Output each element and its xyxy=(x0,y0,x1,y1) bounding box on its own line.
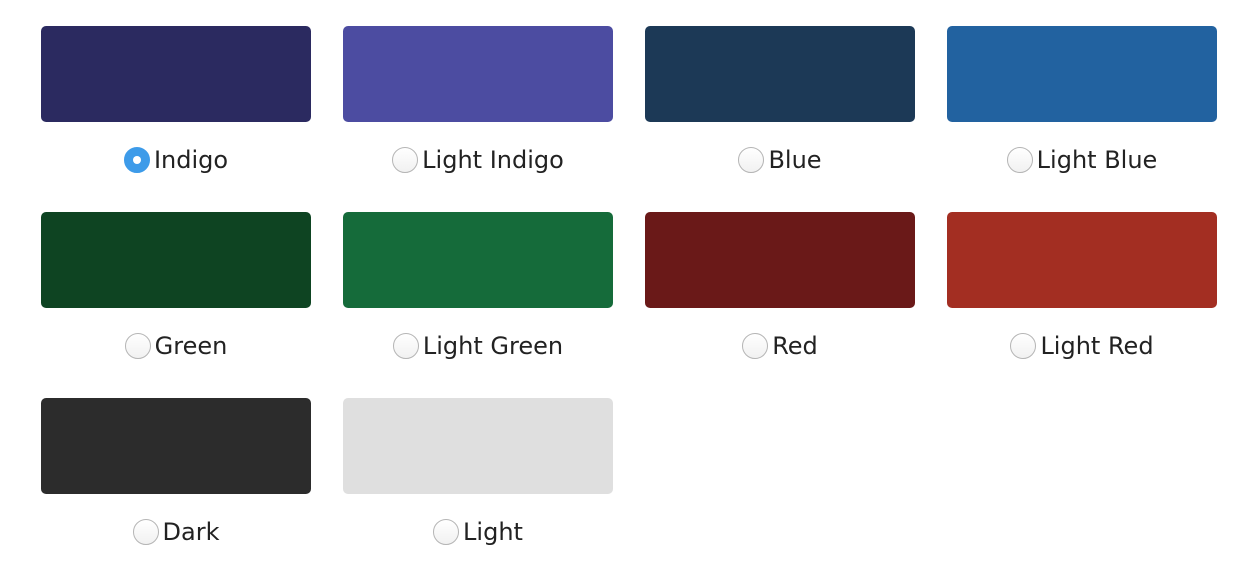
color-option-light-indigo: Light Indigo xyxy=(343,26,613,212)
radio-button-light[interactable] xyxy=(433,519,460,545)
radio-option-red[interactable]: Red xyxy=(645,332,915,360)
radio-option-dark[interactable]: Dark xyxy=(41,518,311,546)
color-swatch-blue[interactable] xyxy=(645,26,915,122)
radio-button-indigo[interactable] xyxy=(123,147,150,173)
radio-label: Indigo xyxy=(153,146,229,174)
radio-label: Light Red xyxy=(1040,332,1154,360)
color-option-blue: Blue xyxy=(645,26,915,212)
radio-label: Light Green xyxy=(422,332,564,360)
color-swatch-dark[interactable] xyxy=(41,398,311,494)
radio-option-light-red[interactable]: Light Red xyxy=(947,332,1217,360)
radio-button-blue[interactable] xyxy=(738,147,765,173)
radio-label: Red xyxy=(772,332,818,360)
radio-label: Light Blue xyxy=(1036,146,1158,174)
radio-option-light-indigo[interactable]: Light Indigo xyxy=(343,146,613,174)
color-option-indigo: Indigo xyxy=(41,26,311,212)
theme-color-picker: Indigo Light Indigo Blue Light Blue Green Lig… xyxy=(41,26,1217,584)
radio-button-light-red[interactable] xyxy=(1010,333,1037,359)
color-option-dark: Dark xyxy=(41,398,311,584)
radio-button-red[interactable] xyxy=(742,333,769,359)
radio-label: Light xyxy=(463,518,523,546)
radio-label: Dark xyxy=(162,518,220,546)
radio-option-light-green[interactable]: Light Green xyxy=(343,332,613,360)
color-option-light-red: Light Red xyxy=(947,212,1217,398)
color-swatch-indigo[interactable] xyxy=(41,26,311,122)
radio-button-light-blue[interactable] xyxy=(1006,147,1033,173)
color-swatch-light-red[interactable] xyxy=(947,212,1217,308)
radio-label: Light Indigo xyxy=(422,146,564,174)
radio-label: Blue xyxy=(768,146,822,174)
radio-option-light[interactable]: Light xyxy=(343,518,613,546)
color-swatch-green[interactable] xyxy=(41,212,311,308)
color-option-light: Light xyxy=(343,398,613,584)
color-option-light-blue: Light Blue xyxy=(947,26,1217,212)
radio-option-blue[interactable]: Blue xyxy=(645,146,915,174)
radio-button-dark[interactable] xyxy=(132,519,159,545)
color-option-light-green: Light Green xyxy=(343,212,613,398)
radio-option-indigo[interactable]: Indigo xyxy=(41,146,311,174)
color-swatch-light-green[interactable] xyxy=(343,212,613,308)
color-swatch-light-indigo[interactable] xyxy=(343,26,613,122)
color-option-green: Green xyxy=(41,212,311,398)
radio-button-green[interactable] xyxy=(124,333,151,359)
color-swatch-light-blue[interactable] xyxy=(947,26,1217,122)
color-swatch-light[interactable] xyxy=(343,398,613,494)
radio-button-light-green[interactable] xyxy=(392,333,419,359)
color-swatch-red[interactable] xyxy=(645,212,915,308)
radio-option-light-blue[interactable]: Light Blue xyxy=(947,146,1217,174)
color-option-red: Red xyxy=(645,212,915,398)
radio-label: Green xyxy=(154,332,228,360)
radio-option-green[interactable]: Green xyxy=(41,332,311,360)
radio-button-light-indigo[interactable] xyxy=(392,147,419,173)
